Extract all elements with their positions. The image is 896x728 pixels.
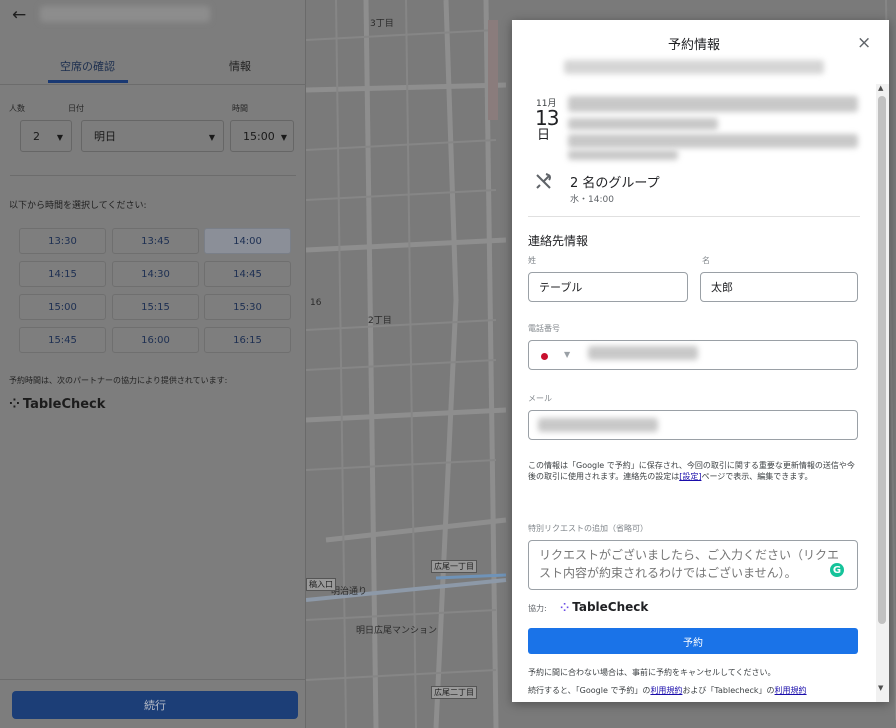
time-value: 15:00 <box>243 129 275 143</box>
reserve-button[interactable]: 予約 <box>528 628 858 654</box>
dialog-title: 予約情報 <box>667 38 720 53</box>
divider <box>10 175 296 176</box>
restaurant-address-redacted <box>564 60 824 74</box>
chevron-down-icon[interactable]: ▼ <box>564 350 570 359</box>
restaurant-name-redacted <box>40 6 210 22</box>
date-select[interactable]: 明日 ▼ <box>81 120 224 152</box>
map-label-3chome: 3丁目 <box>370 19 394 29</box>
tablecheck-mark-icon: ⁘ <box>9 397 20 412</box>
contact-heading: 連絡先情報 <box>528 234 589 248</box>
map-sign-hiroo-2: 広尾二丁目 <box>431 686 477 699</box>
tablecheck-logo: ⁘ TableCheck <box>560 600 648 614</box>
privacy-note: この情報は「Google で予約」に保存され、今回の取引に関する重要な更新情報の… <box>528 460 860 482</box>
time-slot-button[interactable]: 14:45 <box>204 261 291 287</box>
powered-by-label: 協力: <box>528 604 547 613</box>
party-time: 水・14:00 <box>570 195 614 205</box>
chevron-down-icon: ▼ <box>280 133 287 142</box>
map-label-16: 16 <box>310 298 322 308</box>
date-suffix: 日 <box>537 128 551 143</box>
reservation-dialog: 予約情報 × ▲ ▼ 11月 13 日 2 名のグループ 水・14:00 連絡先… <box>512 20 889 702</box>
cancel-note: 予約に間に合わない場合は、事前に予約をキャンセルしてください。 <box>528 668 776 677</box>
restaurant-detail-redacted <box>568 150 678 160</box>
time-slot-button[interactable]: 15:00 <box>19 294 106 320</box>
map-sign-entrance: 稿入口 <box>306 578 336 591</box>
time-slot-button-selected[interactable]: 14:00 <box>204 228 291 254</box>
tab-divider <box>0 84 306 85</box>
settings-link[interactable]: [設定] <box>679 472 701 481</box>
continue-button[interactable]: 続行 <box>12 691 298 719</box>
divider <box>0 679 306 680</box>
party-size-label: 人数 <box>9 104 25 113</box>
phone-label: 電話番号 <box>528 324 560 333</box>
japan-flag-icon[interactable] <box>541 353 548 360</box>
first-name-label: 名 <box>702 256 710 265</box>
chevron-down-icon: ▼ <box>208 133 215 142</box>
time-select[interactable]: 15:00 ▼ <box>230 120 294 152</box>
restaurant-detail-redacted <box>568 96 858 112</box>
grammarly-icon[interactable]: G <box>830 563 844 577</box>
time-slot-button[interactable]: 15:30 <box>204 294 291 320</box>
email-label: メール <box>528 394 552 403</box>
tablecheck-terms-link[interactable]: 利用規約 <box>775 686 807 695</box>
tab-info[interactable]: 情報 <box>229 58 251 74</box>
terms-note: 続行すると、「Google で予約」の利用規約および「Tablecheck」の利… <box>528 685 807 696</box>
party-size-select[interactable]: 2 ▼ <box>20 120 72 152</box>
map-label-2chome: 2丁目 <box>368 316 392 326</box>
terms-text-middle: および「Tablecheck」の <box>682 686 775 695</box>
google-terms-link[interactable]: 利用規約 <box>650 686 682 695</box>
cutlery-icon <box>536 173 551 189</box>
tablecheck-name: TableCheck <box>572 600 649 614</box>
tablecheck-logo: ⁘ TableCheck <box>9 397 105 412</box>
date-label: 日付 <box>68 104 84 113</box>
last-name-field[interactable]: テーブル <box>528 272 688 302</box>
party-summary: 2 名のグループ <box>570 176 660 191</box>
last-name-label: 姓 <box>528 256 536 265</box>
chevron-down-icon: ▼ <box>56 133 63 142</box>
map-label-meiji-dori: 明治通り <box>331 587 368 597</box>
tablecheck-mark-icon: ⁘ <box>560 600 570 614</box>
time-slot-button[interactable]: 13:30 <box>19 228 106 254</box>
map-label-mansion: 明日広尾マンション <box>356 626 438 636</box>
time-slot-button[interactable]: 16:00 <box>112 327 199 353</box>
tab-availability[interactable]: 空席の確認 <box>60 58 115 74</box>
last-name-value: テーブル <box>539 281 583 294</box>
scroll-down-icon[interactable]: ▼ <box>878 684 883 692</box>
scrollbar-thumb[interactable] <box>878 96 886 624</box>
time-slot-button[interactable]: 15:45 <box>19 327 106 353</box>
map-sign-hiroo-1: 広尾一丁目 <box>431 560 477 573</box>
select-time-prompt: 以下から時間を選択してください: <box>9 201 147 211</box>
first-name-field[interactable]: 太郎 <box>700 272 858 302</box>
time-slot-button[interactable]: 13:45 <box>112 228 199 254</box>
time-slot-button[interactable]: 14:15 <box>19 261 106 287</box>
booking-side-panel: ← 空席の確認 情報 人数 日付 時間 2 ▼ 明日 ▼ 15:00 ▼ 以下か… <box>0 0 306 728</box>
terms-text: 続行すると、「Google で予約」の <box>528 686 651 695</box>
first-name-value: 太郎 <box>711 281 733 294</box>
restaurant-detail-redacted <box>568 134 858 148</box>
privacy-note-text-end: ページで表示、編集できます。 <box>701 472 813 481</box>
special-request-label: 特別リクエストの追加（省略可） <box>528 524 648 533</box>
back-arrow-icon[interactable]: ← <box>12 5 26 25</box>
time-slot-button[interactable]: 14:30 <box>112 261 199 287</box>
time-label: 時間 <box>232 104 248 113</box>
tablecheck-name: TableCheck <box>22 397 106 412</box>
phone-number-redacted <box>588 346 698 360</box>
special-request-textarea[interactable] <box>528 540 858 590</box>
close-icon[interactable]: × <box>857 33 871 53</box>
email-redacted <box>538 418 658 432</box>
time-slot-button[interactable]: 15:15 <box>112 294 199 320</box>
restaurant-detail-redacted <box>568 118 718 130</box>
party-size-value: 2 <box>33 129 40 143</box>
scroll-up-icon[interactable]: ▲ <box>878 84 883 92</box>
time-slot-button[interactable]: 16:15 <box>204 327 291 353</box>
active-tab-indicator <box>48 80 128 83</box>
date-value: 明日 <box>94 130 116 143</box>
partner-note: 予約時間は、次のパートナーの協力により提供されています: <box>9 376 228 385</box>
divider <box>528 216 860 217</box>
